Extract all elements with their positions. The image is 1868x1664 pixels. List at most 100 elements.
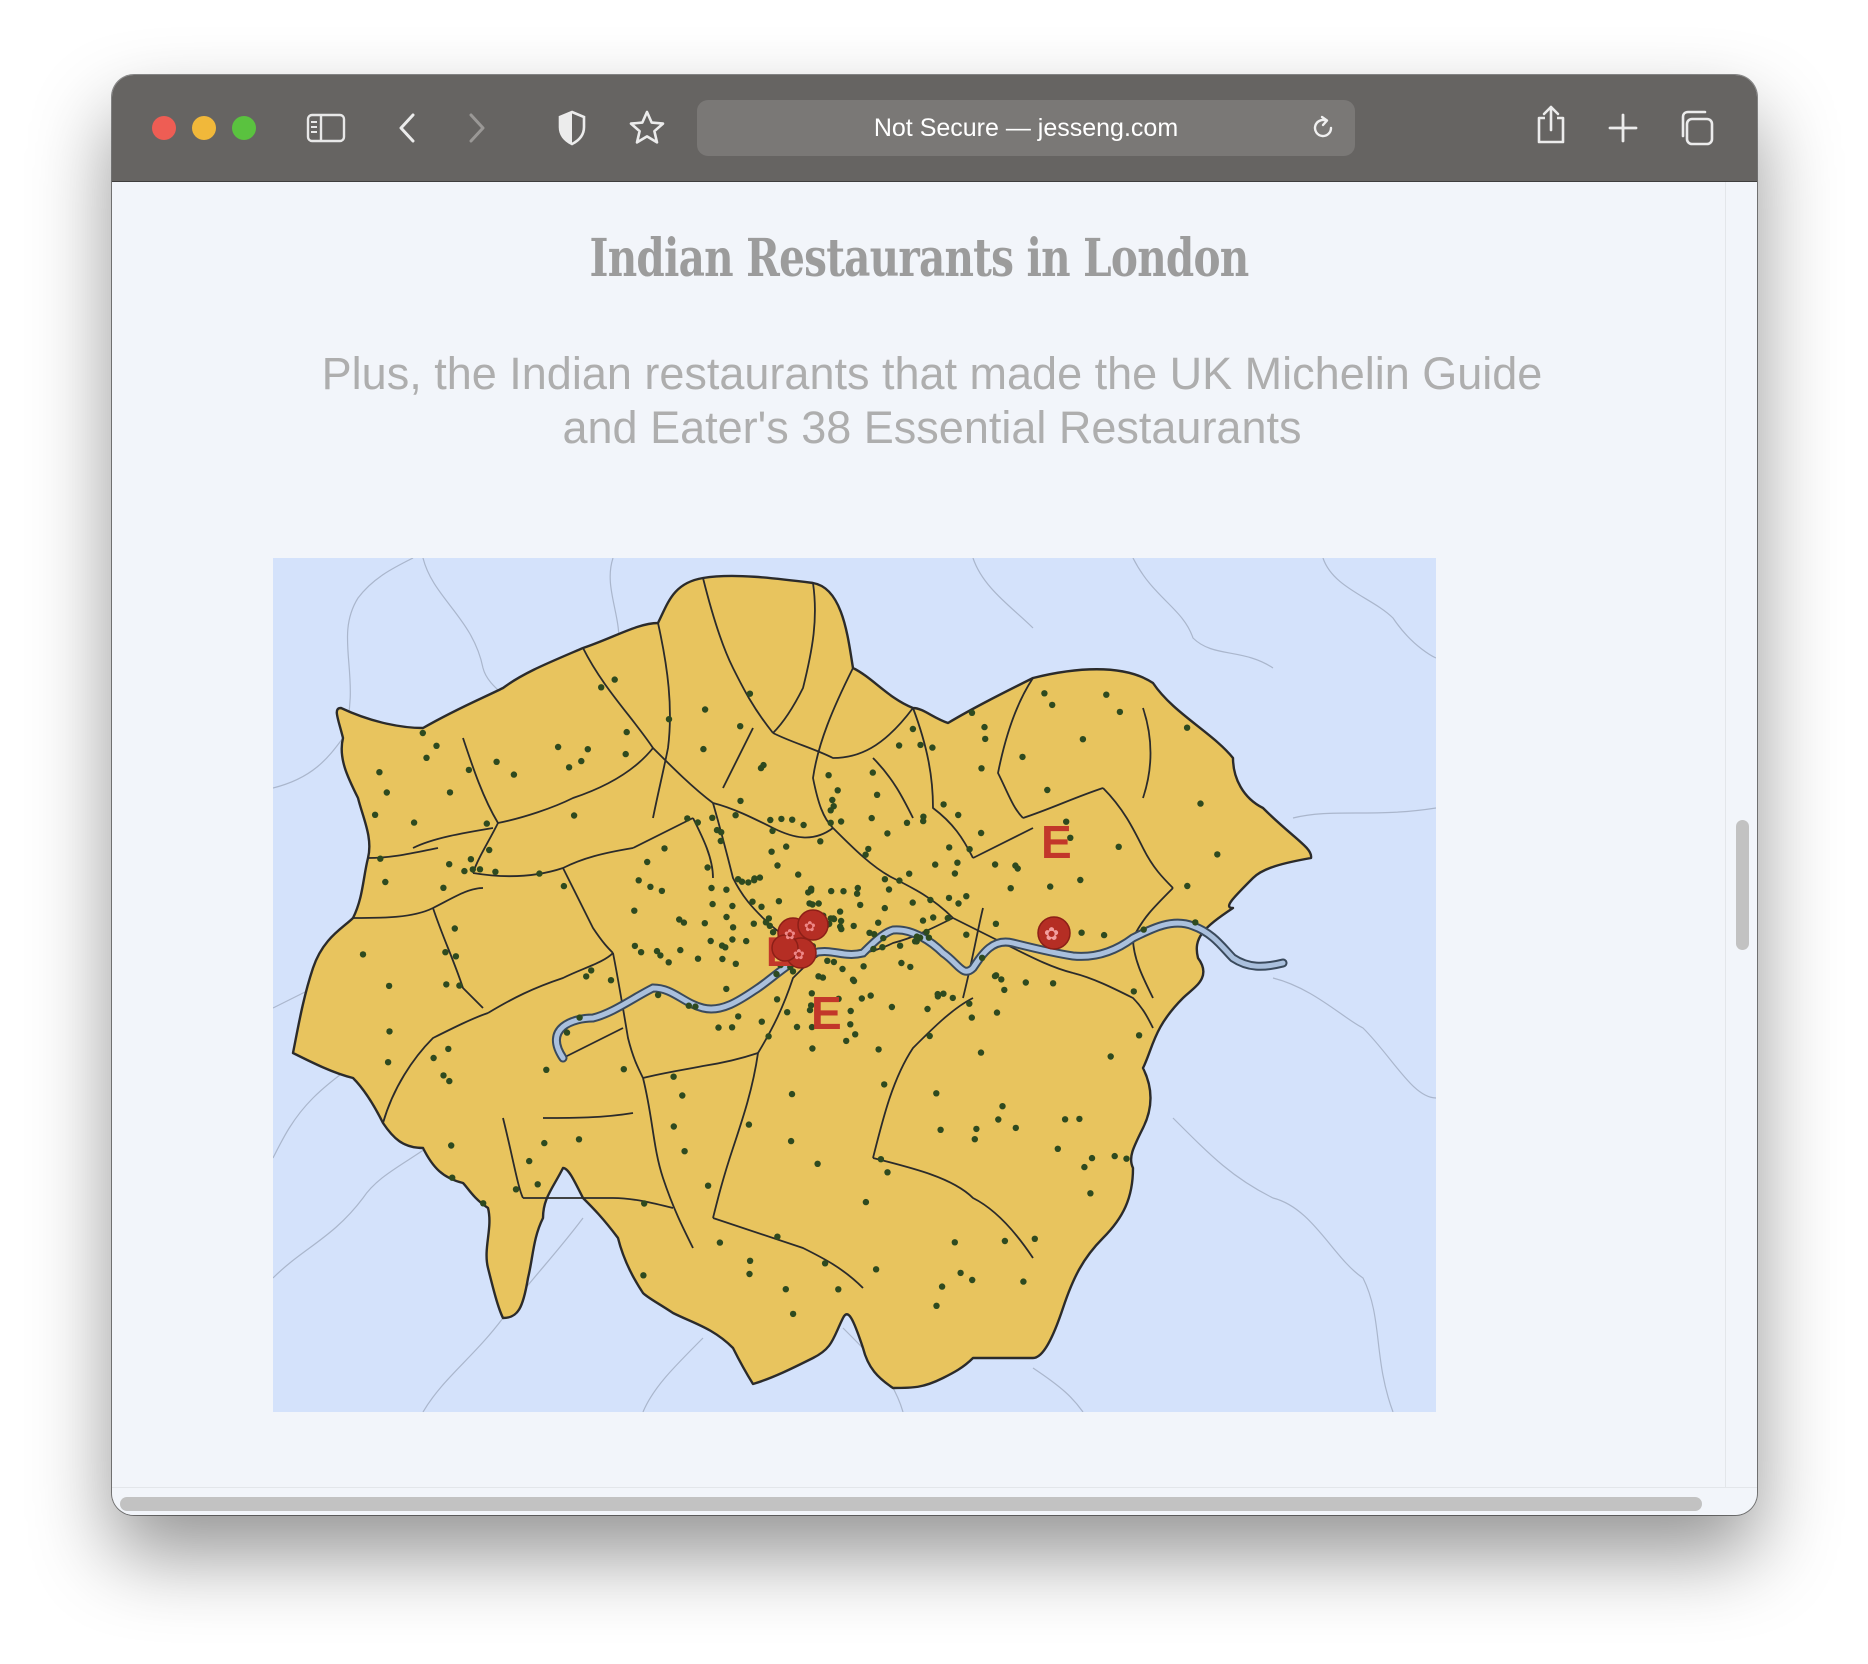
map-svg: E E E ✿ ✿ ✿ ✿ (273, 558, 1436, 1412)
restaurant-dot (881, 1081, 888, 1088)
restaurant-dot (940, 990, 947, 997)
restaurant-dot (795, 871, 802, 878)
restaurant-dot (873, 791, 881, 798)
restaurant-dot (1184, 882, 1191, 890)
restaurant-dot (852, 1031, 859, 1038)
restaurant-dot (789, 816, 796, 823)
restaurant-dot (376, 769, 383, 776)
forward-icon[interactable] (465, 111, 489, 145)
restaurant-dot (767, 816, 774, 824)
restaurant-dot (607, 977, 615, 984)
restaurant-dot (758, 1018, 765, 1025)
restaurant-dot (701, 920, 708, 927)
restaurant-dot (758, 903, 765, 910)
restaurant-dot (949, 994, 956, 1002)
restaurant-dot (933, 1302, 940, 1309)
horizontal-scroll-thumb[interactable] (120, 1497, 1702, 1511)
bookmark-star-icon[interactable] (627, 108, 667, 148)
minimize-window-button[interactable] (192, 116, 216, 140)
restaurant-dot (800, 821, 807, 829)
restaurant-dot (778, 815, 785, 823)
restaurant-dot (451, 925, 458, 932)
restaurant-dot (729, 924, 737, 931)
restaurant-dot (824, 957, 831, 964)
restaurant-dot (982, 735, 989, 743)
restaurant-dot (631, 907, 638, 914)
restaurant-dot (543, 1066, 550, 1073)
restaurant-dot (896, 942, 904, 949)
zoom-window-button[interactable] (232, 116, 256, 140)
restaurant-dot (680, 919, 688, 926)
privacy-shield-icon[interactable] (556, 109, 588, 147)
restaurant-dot (1012, 1124, 1019, 1132)
restaurant-dot (995, 1116, 1002, 1123)
restaurant-dot (575, 1136, 583, 1143)
restaurant-dot (829, 796, 836, 804)
restaurant-dot (746, 690, 754, 697)
restaurant-dot (746, 1257, 754, 1264)
restaurant-dot (808, 885, 815, 892)
tab-overview-icon[interactable] (1677, 109, 1715, 147)
restaurant-dot (917, 741, 924, 749)
restaurant-dot (815, 973, 822, 980)
restaurant-dot (611, 676, 618, 683)
restaurant-dot (885, 886, 893, 893)
restaurant-dot (896, 877, 903, 884)
share-icon[interactable] (1534, 103, 1568, 147)
restaurant-dot (750, 920, 757, 927)
restaurant-dot (955, 900, 962, 907)
restaurant-dot (847, 1007, 854, 1015)
restaurant-dot (371, 811, 379, 818)
restaurant-dot (884, 830, 891, 837)
vertical-scroll-thumb[interactable] (1736, 820, 1749, 950)
back-icon[interactable] (395, 111, 419, 145)
restaurant-dot (853, 890, 861, 897)
restaurant-dot (978, 765, 985, 772)
address-bar[interactable]: Not Secure — jesseng.com (697, 100, 1355, 156)
restaurant-dot (907, 963, 914, 971)
restaurant-dot (681, 1148, 688, 1155)
browser-window: Not Secure — jesseng.com Indian Restaura… (112, 75, 1757, 1515)
restaurant-dot (483, 820, 490, 827)
restaurant-dot (884, 1169, 891, 1176)
restaurant-dot (1031, 1235, 1038, 1242)
restaurant-dot (827, 819, 834, 826)
restaurant-dot (526, 1157, 533, 1165)
restaurant-dot (640, 1272, 647, 1279)
restaurant-dot (456, 982, 463, 989)
restaurant-dot (849, 976, 857, 983)
restaurant-dot (868, 814, 875, 822)
restaurant-dot (510, 771, 518, 778)
close-window-button[interactable] (152, 116, 176, 140)
restaurant-dot (554, 743, 562, 751)
restaurant-dot (658, 887, 666, 895)
new-tab-icon[interactable] (1607, 112, 1639, 144)
restaurant-dot (694, 819, 701, 826)
restaurant-dot (383, 789, 390, 796)
restaurant-dot (938, 1283, 946, 1290)
restaurant-dot (620, 1066, 627, 1073)
restaurant-dot (825, 772, 832, 779)
restaurant-dot (737, 797, 744, 805)
restaurant-dot (707, 937, 714, 945)
restaurant-dot (854, 884, 861, 892)
restaurant-dot (909, 899, 916, 906)
restaurant-dot (622, 750, 629, 758)
restaurant-dot (843, 1037, 850, 1045)
restaurant-dot (881, 876, 889, 883)
svg-text:✿: ✿ (1044, 924, 1059, 945)
reload-icon[interactable] (1309, 114, 1337, 146)
restaurant-dot (775, 898, 783, 905)
restaurant-dot (1049, 701, 1056, 709)
restaurant-dot (1076, 1115, 1083, 1123)
sidebar-icon[interactable] (306, 113, 346, 143)
restaurant-dot (821, 1260, 829, 1267)
restaurant-dot (384, 1059, 392, 1066)
restaurant-dot (788, 1090, 796, 1098)
restaurant-dot (449, 1174, 456, 1181)
restaurant-dot (1012, 862, 1019, 869)
restaurant-dot (709, 900, 716, 908)
restaurant-dot (576, 1014, 583, 1021)
restaurant-dot (469, 866, 476, 873)
restaurant-dot (762, 919, 770, 926)
